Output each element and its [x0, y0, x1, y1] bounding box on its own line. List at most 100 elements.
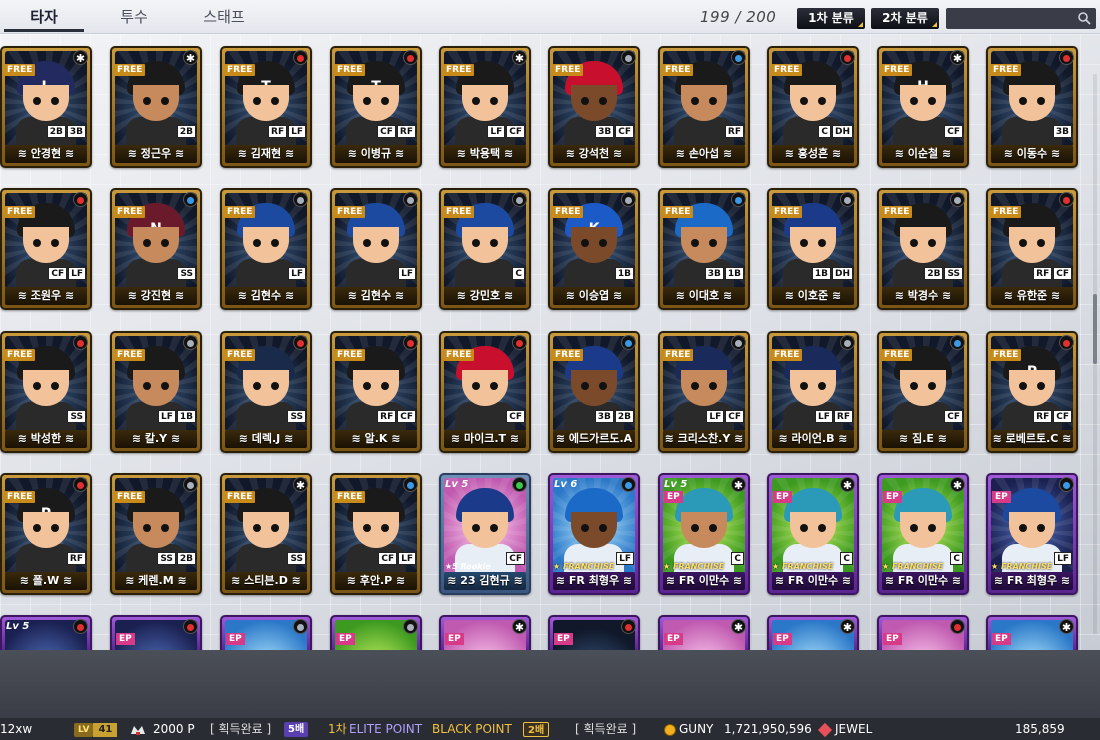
player-card[interactable]: FREE RF ≋ 손아섭 ≋	[658, 46, 750, 168]
player-card[interactable]: FREE CF LF ≋ 조원우 ≋	[0, 188, 92, 310]
player-card-partial[interactable]: Lv 5	[0, 615, 92, 650]
position-badge: DH	[831, 267, 853, 280]
player-card[interactable]: FREE RF CF ≋ 알.K ≋	[330, 331, 422, 453]
rarity-badge-icon	[183, 619, 198, 634]
rarity-badge-icon	[293, 619, 308, 634]
scrollbar-thumb[interactable]	[1093, 294, 1097, 364]
guny-value: 1,721,950,596	[724, 722, 812, 736]
card-level: Lv 5	[6, 621, 30, 632]
ep-tag: EP	[883, 633, 902, 645]
player-name: ≋ 유한준 ≋	[991, 287, 1073, 305]
free-tag: FREE	[990, 206, 1022, 218]
player-name: ≋ 케렌.M ≋	[115, 572, 197, 590]
position-badges: SS	[287, 410, 306, 423]
player-card-partial[interactable]: EP	[548, 615, 640, 650]
player-card-partial[interactable]: EP	[110, 615, 202, 650]
player-card-partial[interactable]: EP	[330, 615, 422, 650]
position-badges: 2B 3B	[46, 125, 86, 138]
position-badge: RF	[377, 410, 397, 423]
card-count: 199 / 200	[700, 8, 777, 26]
position-badges: 2B	[176, 125, 196, 138]
player-card[interactable]: FREE 1B DH ≋ 이호준 ≋	[767, 188, 859, 310]
franchise-label: ★ FRANCHISE	[882, 562, 944, 571]
player-name: ≋ FR 이만수 ≋	[663, 572, 745, 590]
player-card[interactable]: NFREESS≋ 강진현 ≋	[110, 188, 202, 310]
player-card[interactable]: Lv 5 ★5 Rookie CF ≋ 23 김현규 ≋	[439, 473, 531, 595]
sort-secondary-button[interactable]: 2차 분류	[871, 8, 939, 29]
status-bar: 12xw LV 41 2000 P [ 획득완료 ] 5배 1차 ELITE PO…	[0, 718, 1100, 740]
free-tag: FREE	[443, 206, 475, 218]
player-card[interactable]: FREE 3B ≋ 이동수 ≋	[986, 46, 1078, 168]
player-card-partial[interactable]: EP ✱	[767, 615, 859, 650]
player-card[interactable]: FREE SS ≋ 데렉.J ≋	[220, 331, 312, 453]
player-card[interactable]: FREE SS 2B ≋ 케렌.M ≋	[110, 473, 202, 595]
position-badge: RF	[1033, 267, 1053, 280]
player-card[interactable]: EP ✱ ★ FRANCHISE C ≋ FR 이만수 ≋	[767, 473, 859, 595]
player-card[interactable]: PFREERF≋ 폴.W ≋	[0, 473, 92, 595]
search-input[interactable]	[946, 8, 1072, 30]
player-name: ≋ FR 이만수 ≋	[882, 572, 964, 590]
player-card[interactable]: EP ★ FRANCHISE LF ≋ FR 최형우 ≋	[986, 473, 1078, 595]
franchise-label: ★ FRANCHISE	[663, 562, 725, 571]
player-card[interactable]: FREE 2B SS ≋ 박경수 ≋	[877, 188, 969, 310]
player-card[interactable]: FREE CF ≋ 짐.E ≋	[877, 331, 969, 453]
player-card-partial[interactable]: EP ✱	[986, 615, 1078, 650]
player-card[interactable]: FREE LF RF ≋ 라이언.B ≋	[767, 331, 859, 453]
player-card[interactable]: FREE CF LF ≋ 후안.P ≋	[330, 473, 422, 595]
player-card-partial[interactable]: EP ✱	[439, 615, 531, 650]
player-card[interactable]: FREE LF CF ≋ 크리스찬.Y ≋	[658, 331, 750, 453]
player-card[interactable]: FREE 3B CF ≋ 강석천 ≋	[548, 46, 640, 168]
franchise-label: ★ FRANCHISE	[553, 562, 615, 571]
player-card[interactable]: FREE 3B2B ≋ 에드가르도.A ≋	[548, 331, 640, 453]
position-badge: CF	[944, 410, 963, 423]
rarity-badge-icon	[840, 192, 855, 207]
player-card-partial[interactable]: EP ✱	[658, 615, 750, 650]
player-card[interactable]: FREE C DH ≋ 홍성흔 ≋	[767, 46, 859, 168]
player-card[interactable]: KFREE1B≋ 이승엽 ≋	[548, 188, 640, 310]
position-badge: LF	[398, 267, 416, 280]
sort-primary-button[interactable]: 1차 분류	[797, 8, 865, 29]
player-name: ≋ 짐.E ≋	[882, 430, 964, 448]
player-card[interactable]: TFREECFRF≋ 이병규 ≋	[330, 46, 422, 168]
ep-tag: EP	[226, 633, 245, 645]
player-card[interactable]: FREE ✱ SS ≋ 스티븐.D ≋	[220, 473, 312, 595]
position-badge: 1B	[176, 410, 196, 423]
player-card-partial[interactable]: EP	[877, 615, 969, 650]
search-icon[interactable]	[1077, 11, 1091, 25]
player-card[interactable]: FREE LF 1B ≋ 칼.Y ≋	[110, 331, 202, 453]
player-card[interactable]: FREE RF CF ≋ 유한준 ≋	[986, 188, 1078, 310]
player-name: ≋ 손아섭 ≋	[663, 145, 745, 163]
tab-pitcher[interactable]: 투수	[90, 0, 178, 34]
player-card[interactable]: LFREE✱2B3B≋ 안경현 ≋	[0, 46, 92, 168]
player-card[interactable]: FREE LF ≋ 김현수 ≋	[330, 188, 422, 310]
player-card[interactable]: FREE LF ≋ 김현수 ≋	[220, 188, 312, 310]
rarity-badge-icon	[731, 50, 746, 65]
player-card[interactable]: FREE SS ≋ 박성한 ≋	[0, 331, 92, 453]
rarity-badge-icon	[1059, 477, 1074, 492]
player-name: ≋ 홍성흔 ≋	[772, 145, 854, 163]
tab-staff[interactable]: 스태프	[180, 0, 268, 34]
player-card[interactable]: EP ✱ ★ FRANCHISE C ≋ FR 이만수 ≋	[877, 473, 969, 595]
player-card[interactable]: FREE C ≋ 강민호 ≋	[439, 188, 531, 310]
rarity-badge-icon	[1059, 192, 1074, 207]
rarity-badge-icon: ✱	[183, 50, 198, 65]
position-badges: SS	[67, 410, 86, 423]
ep-tag: EP	[992, 633, 1011, 645]
position-badge: CF	[506, 410, 525, 423]
player-card[interactable]: FREE 3B 1B ≋ 이대호 ≋	[658, 188, 750, 310]
player-card[interactable]: HFREE✱CF≋ 이순철 ≋	[877, 46, 969, 168]
position-badge: RF	[833, 410, 853, 423]
player-card[interactable]: Lv 6 ★ FRANCHISE LF ≋ FR 최형우 ≋	[548, 473, 640, 595]
tab-batter[interactable]: 타자	[0, 0, 88, 34]
player-card[interactable]: TFREERFLF≋ 김재현 ≋	[220, 46, 312, 168]
player-card[interactable]: PFREERFCF≋ 로베르토.C ≋	[986, 331, 1078, 453]
player-card-partial[interactable]: EP	[220, 615, 312, 650]
player-card[interactable]: FREE ✱ 2B ≋ 정근우 ≋	[110, 46, 202, 168]
position-badges: C	[950, 552, 963, 565]
player-card[interactable]: FREE CF ≋ 마이크.T ≋	[439, 331, 531, 453]
franchise-label: ★ FRANCHISE	[772, 562, 834, 571]
player-card[interactable]: FREE ✱ LF CF ≋ 박용택 ≋	[439, 46, 531, 168]
rarity-badge-icon	[512, 477, 527, 492]
position-badges: RF LF	[268, 125, 306, 138]
player-card[interactable]: EP Lv 5 ✱ ★ FRANCHISE C ≋ FR 이만수 ≋	[658, 473, 750, 595]
